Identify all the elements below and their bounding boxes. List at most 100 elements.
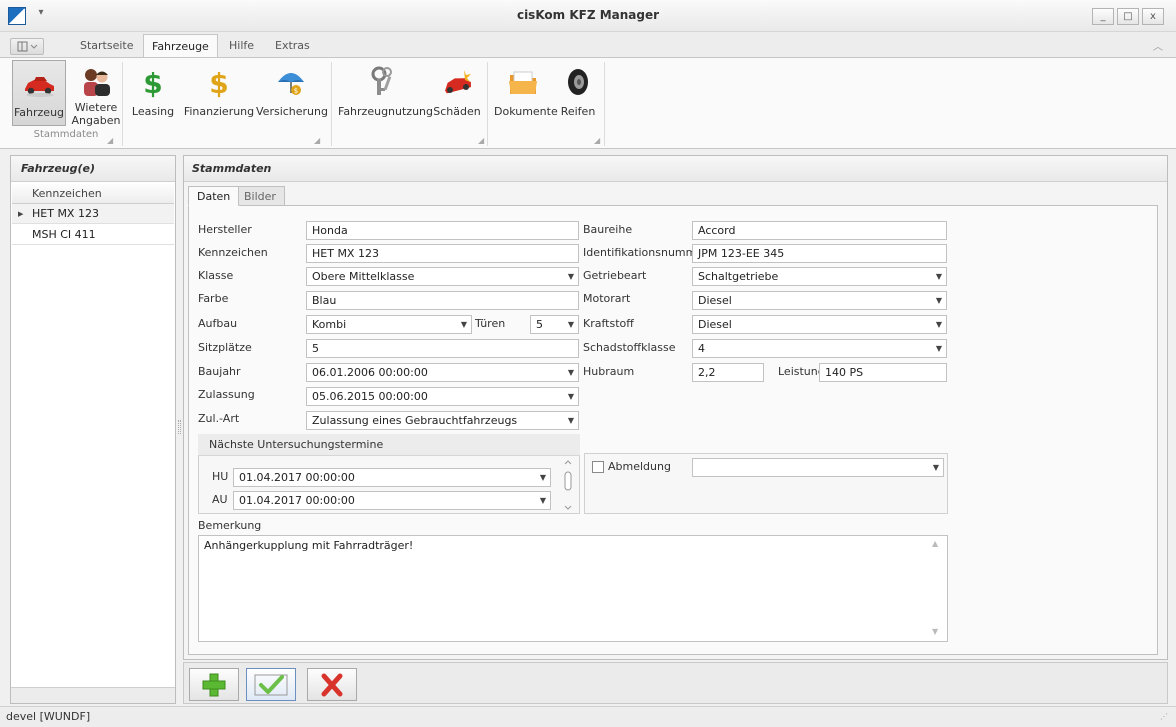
- chevron-down-icon[interactable]: ▼: [564, 364, 578, 381]
- finanzierung-button[interactable]: $ Finanzierung: [182, 60, 256, 126]
- chevron-down-icon[interactable]: ▼: [932, 268, 946, 285]
- bemerkung-textarea[interactable]: Anhängerkupplung mit Fahrradträger!: [198, 535, 948, 642]
- group-launcher-icon[interactable]: ◢: [107, 137, 115, 145]
- row-kennzeichen: HET MX 123: [32, 207, 99, 220]
- quick-access-dropdown-icon[interactable]: ▾: [34, 7, 48, 23]
- chevron-down-icon[interactable]: ▼: [536, 469, 550, 486]
- fahrzeugnutzung-button[interactable]: Fahrzeugnutzung: [338, 60, 434, 126]
- schadstoffklasse-select[interactable]: 4 ▼: [692, 339, 947, 358]
- finanzierung-label: Finanzierung: [183, 105, 255, 118]
- tab-startseite[interactable]: Startseite: [72, 34, 142, 58]
- leasing-button[interactable]: $ Leasing: [126, 60, 180, 126]
- zulassung-date[interactable]: 05.06.2015 00:00:00 ▼: [306, 387, 579, 406]
- fahrzeug-label: Fahrzeug: [13, 106, 65, 119]
- column-header-kennzeichen[interactable]: Kennzeichen: [12, 184, 174, 204]
- dokumente-button[interactable]: Dokumente: [494, 60, 558, 126]
- tab-extras[interactable]: Extras: [267, 34, 318, 58]
- x-icon: [321, 673, 343, 697]
- application-menu-button[interactable]: [10, 38, 44, 55]
- versicherung-button[interactable]: $ Versicherung: [256, 60, 328, 126]
- baujahr-value: 06.01.2006 00:00:00: [312, 366, 428, 379]
- maximize-button[interactable]: □: [1117, 8, 1139, 25]
- chevron-down-icon[interactable]: ▼: [564, 268, 578, 285]
- minimize-button[interactable]: _: [1092, 8, 1114, 25]
- hu-date[interactable]: 01.04.2017 00:00:00 ▼: [233, 468, 551, 487]
- table-row[interactable]: ▶ HET MX 123: [12, 204, 174, 224]
- group-launcher-icon[interactable]: ◢: [478, 137, 486, 145]
- abmeldung-checkbox[interactable]: [592, 461, 604, 473]
- confirm-button[interactable]: [246, 668, 296, 701]
- zulart-select[interactable]: Zulassung eines Gebrauchtfahrzeugs ▼: [306, 411, 579, 430]
- sitzplaetze-field[interactable]: 5: [306, 339, 579, 358]
- label-getriebeart: Getriebeart: [583, 269, 647, 282]
- ribbon-collapse-icon[interactable]: ︿: [1150, 38, 1166, 54]
- chevron-down-icon[interactable]: ▼: [536, 492, 550, 509]
- fahrzeug-button[interactable]: Fahrzeug: [12, 60, 66, 126]
- abmeldung-date[interactable]: ▼: [692, 458, 944, 477]
- kennzeichen-field[interactable]: HET MX 123: [306, 244, 579, 263]
- chevron-down-icon[interactable]: ▼: [929, 459, 943, 476]
- group-launcher-icon[interactable]: ◢: [314, 137, 322, 145]
- keys-icon: [371, 66, 392, 95]
- chevron-down-icon[interactable]: ▼: [932, 292, 946, 309]
- chevron-down-icon[interactable]: ▼: [932, 316, 946, 333]
- chevron-down-icon[interactable]: ▼: [564, 388, 578, 405]
- tueren-select[interactable]: 5 ▼: [530, 315, 579, 334]
- tab-daten[interactable]: Daten: [188, 186, 240, 206]
- label-zulassung: Zulassung: [198, 388, 255, 401]
- hu-value: 01.04.2017 00:00:00: [239, 471, 355, 484]
- chevron-down-icon[interactable]: ▼: [457, 316, 471, 333]
- label-au: AU: [212, 493, 228, 506]
- umbrella-icon: $: [278, 73, 304, 95]
- panel-splitter[interactable]: [178, 420, 181, 434]
- group-launcher-icon[interactable]: ◢: [594, 137, 602, 145]
- chevron-down-icon[interactable]: ▼: [932, 340, 946, 357]
- motorart-select[interactable]: Diesel ▼: [692, 291, 947, 310]
- app-menu-icon: [17, 41, 38, 52]
- delete-button[interactable]: [307, 668, 357, 701]
- fahrzeugnutzung-label: Fahrzeugnutzung: [338, 105, 434, 118]
- klasse-select[interactable]: Obere Mittelklasse ▼: [306, 267, 579, 286]
- leistung-field[interactable]: 140 PS: [819, 363, 947, 382]
- people-icon: [84, 69, 110, 96]
- label-baureihe: Baureihe: [583, 223, 633, 236]
- reifen-button[interactable]: Reifen: [556, 60, 600, 126]
- scroll-up-icon[interactable]: ▲: [932, 540, 940, 548]
- ribbon-group-stammdaten-label: Stammdaten: [33, 129, 99, 140]
- aufbau-select[interactable]: Kombi ▼: [306, 315, 472, 334]
- kraftstoff-value: Diesel: [698, 318, 732, 331]
- baureihe-field[interactable]: Accord: [692, 221, 947, 240]
- kraftstoff-select[interactable]: Diesel ▼: [692, 315, 947, 334]
- identifikationsnummer-field[interactable]: JPM 123-EE 345: [692, 244, 947, 263]
- ribbon-group-separator: [331, 62, 332, 146]
- close-button[interactable]: x: [1142, 8, 1164, 25]
- resize-grip-icon[interactable]: ⋰: [1160, 712, 1172, 724]
- inspection-scrollbar[interactable]: [561, 458, 575, 512]
- plus-icon: [202, 673, 226, 697]
- baujahr-date[interactable]: 06.01.2006 00:00:00 ▼: [306, 363, 579, 382]
- label-baujahr: Baujahr: [198, 365, 241, 378]
- tab-bilder[interactable]: Bilder: [235, 186, 285, 206]
- tab-hilfe[interactable]: Hilfe: [221, 34, 262, 58]
- hersteller-field[interactable]: Honda: [306, 221, 579, 240]
- car-icon: [25, 77, 54, 97]
- tab-fahrzeuge[interactable]: Fahrzeuge: [143, 34, 218, 58]
- schaeden-button[interactable]: Schäden: [432, 60, 482, 126]
- label-motorart: Motorart: [583, 292, 631, 305]
- wietere-label: Wietere: [74, 101, 118, 114]
- scroll-down-icon[interactable]: ▼: [932, 628, 940, 636]
- chevron-down-icon[interactable]: ▼: [564, 316, 578, 333]
- hubraum-field[interactable]: 2,2: [692, 363, 764, 382]
- label-zulart: Zul.-Art: [198, 412, 240, 425]
- wietere-angaben-button[interactable]: Wietere Angaben: [70, 60, 122, 127]
- status-bar: devel [WUNDF]: [0, 706, 1176, 727]
- svg-text:$: $: [209, 67, 228, 98]
- add-button[interactable]: [189, 668, 239, 701]
- getriebeart-select[interactable]: Schaltgetriebe ▼: [692, 267, 947, 286]
- au-date[interactable]: 01.04.2017 00:00:00 ▼: [233, 491, 551, 510]
- chevron-down-icon[interactable]: ▼: [564, 412, 578, 429]
- farbe-field[interactable]: Blau: [306, 291, 579, 310]
- label-abmeldung: Abmeldung: [608, 460, 671, 473]
- vehicle-list-footer: [11, 687, 175, 703]
- table-row[interactable]: MSH CI 411: [12, 225, 174, 245]
